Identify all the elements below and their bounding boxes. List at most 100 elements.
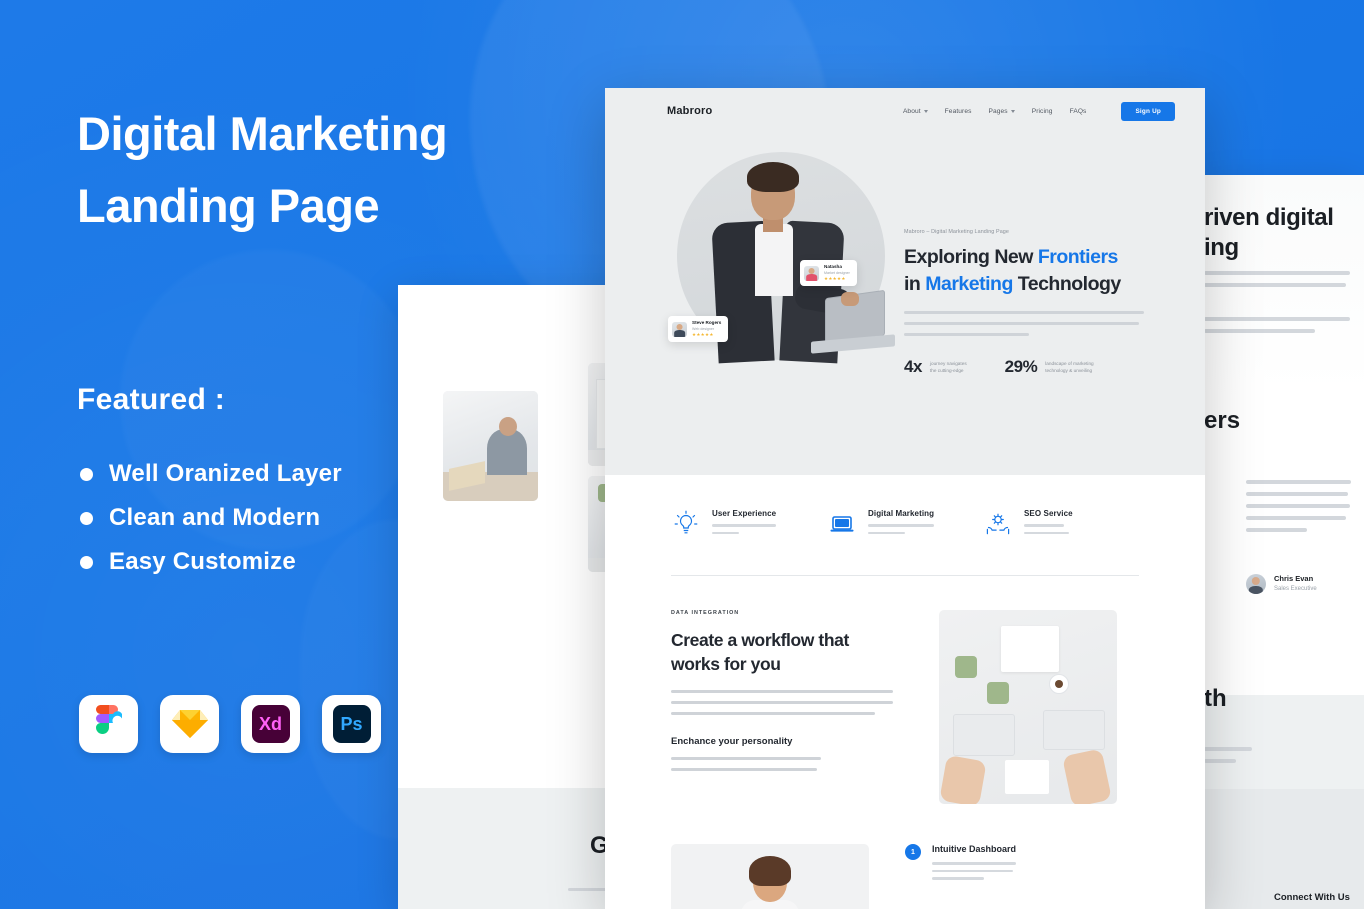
star-rating-icon: ★★★★★: [692, 332, 714, 337]
right-heading-line-2: ing: [1204, 234, 1239, 261]
feature-description: [712, 524, 777, 535]
main-page-mockup: Mabroro About Features Pages Pricing FAQ: [605, 88, 1205, 909]
hero-stats: 4x journey navigates the cutting-edge 29…: [904, 357, 1152, 377]
hero-section: Natasha Market designer ★★★★★ Steve Roge…: [605, 134, 1205, 475]
right-page-paragraph-1: [1204, 271, 1350, 295]
nav-label: Pages: [988, 107, 1008, 115]
workflow-paragraph: [671, 690, 893, 716]
step-title: Intuitive Dashboard: [932, 844, 1017, 855]
nav-links: About Features Pages Pricing FAQs Sign U…: [903, 101, 1175, 121]
nav-item-features[interactable]: Features: [945, 108, 972, 115]
feature-user-experience: User Experience: [671, 509, 827, 539]
brand-logo[interactable]: Mabroro: [667, 105, 712, 117]
hero-title: Exploring New Frontiers in Marketing Tech…: [904, 244, 1152, 298]
workflow-image: [939, 610, 1117, 805]
avatar: [804, 265, 819, 281]
stat-item: 29% landscape of marketing technology & …: [1005, 357, 1094, 377]
right-page-testimonial-quote: [1246, 480, 1351, 540]
feature-description: [1024, 524, 1073, 535]
right-heading-line-1: riven digital: [1204, 204, 1334, 231]
bullet-dot-icon: [80, 511, 93, 525]
features-strip: User Experience Digital Marketing SEO Se…: [605, 475, 1205, 540]
seo-gear-hands-icon: [983, 509, 1013, 539]
step-paragraph: [932, 862, 1017, 880]
feature-seo-service: SEO Service: [983, 509, 1139, 539]
dashboard-step-1: 1 Intuitive Dashboard: [905, 844, 1115, 909]
nav-item-pages[interactable]: Pages: [989, 108, 1015, 115]
workflow-kicker: DATA INTEGRATION: [671, 610, 740, 617]
promo-headline-block: Digital Marketing Landing Page: [77, 98, 597, 242]
right-page-mockup: riven digital ing ers Chris Evan Sales E…: [1204, 175, 1364, 909]
sign-up-button[interactable]: Sign Up: [1121, 101, 1175, 121]
featured-item-label: Easy Customize: [109, 548, 296, 575]
featured-list: Well Oranized Layer Clean and Modern Eas…: [80, 452, 342, 584]
workflow-copy: DATA INTEGRATION Create a workflow that …: [671, 610, 893, 804]
app-compatibility-icons: Xd Ps: [79, 695, 381, 753]
promo-headline-line-2: Landing Page: [77, 179, 380, 232]
hero-title-part-2: in: [904, 273, 926, 295]
right-page-heading-2: ers: [1204, 407, 1241, 434]
feature-title: User Experience: [712, 509, 777, 518]
hero-eyebrow: Mabroro – Digital Marketing Landing Page: [904, 229, 1009, 235]
hero-title-part-3: Technology: [1012, 273, 1121, 295]
connect-with-us-label[interactable]: Connect With Us: [1274, 892, 1350, 903]
stat-value: 4x: [904, 357, 922, 376]
bullet-dot-icon: [80, 555, 93, 569]
photo-man-at-laptop: [443, 391, 538, 501]
list-item: Clean and Modern: [80, 496, 342, 540]
right-page-footer: Connect With Us: [1204, 789, 1364, 909]
stat-caption-2: technology & unveiling: [1045, 368, 1093, 373]
lightbulb-icon: [671, 509, 701, 539]
feature-digital-marketing: Digital Marketing: [827, 509, 983, 539]
stat-value: 29%: [1004, 357, 1038, 376]
chevron-down-icon: [1010, 109, 1015, 113]
right-page-heading-3: th: [1204, 685, 1227, 712]
workflow-title-line-2: works for you: [671, 654, 781, 675]
nav-item-pricing[interactable]: Pricing: [1032, 108, 1053, 115]
nav-item-faqs[interactable]: FAQs: [1070, 108, 1087, 115]
floating-review-card-natasha: Natasha Market designer ★★★★★: [800, 260, 857, 286]
bullet-dot-icon: [80, 467, 93, 481]
photoshop-icon: Ps: [322, 695, 381, 753]
chevron-down-icon: [923, 109, 928, 113]
featured-item-label: Clean and Modern: [109, 504, 321, 531]
step-number-badge: 1: [905, 844, 921, 861]
workflow-sub-paragraph: [671, 757, 821, 772]
right-page-paragraph-3: [1204, 747, 1252, 771]
hero-title-accent-1: Frontiers: [1037, 246, 1119, 268]
author-name: Chris Evan: [1274, 574, 1314, 583]
figma-icon: [79, 695, 138, 753]
hero-title-part-1: Exploring New: [904, 246, 1038, 268]
dashboard-section: 1 Intuitive Dashboard: [605, 804, 1205, 909]
laptop-icon: [827, 509, 857, 539]
right-page-paragraph-2: [1204, 317, 1350, 341]
promo-headline-line-1: Digital Marketing: [77, 107, 448, 160]
stat-caption-1: journey navigates: [929, 361, 967, 366]
nav-label: Features: [944, 107, 972, 115]
site-navbar: Mabroro About Features Pages Pricing FAQ: [605, 88, 1205, 134]
list-item: Well Oranized Layer: [80, 452, 342, 496]
nav-label: FAQs: [1069, 107, 1087, 115]
featured-item-label: Well Oranized Layer: [109, 460, 342, 487]
floating-review-card-steve: Steve Rogers Web designer ★★★★★: [668, 316, 729, 342]
author-role: Sales Executive: [1274, 586, 1317, 592]
nav-label: About: [902, 107, 921, 115]
hero-copy-block: Mabroro – Digital Marketing Landing Page…: [904, 229, 1152, 377]
feature-title: Digital Marketing: [868, 509, 935, 518]
xd-icon: Xd: [241, 695, 300, 753]
featured-title: Featured :: [77, 383, 226, 416]
dashboard-image: [671, 844, 869, 909]
nav-item-about[interactable]: About: [903, 108, 928, 115]
workflow-title: Create a workflow that works for you: [671, 628, 893, 676]
star-rating-icon: ★★★★★: [824, 276, 846, 281]
nav-label: Pricing: [1031, 107, 1053, 115]
stat-item: 4x journey navigates the cutting-edge: [904, 357, 967, 377]
workflow-title-line-1: Create a workflow that: [671, 630, 849, 651]
sketch-icon: [160, 695, 219, 753]
feature-title: SEO Service: [1024, 509, 1073, 518]
stat-caption-1: landscape of marketing: [1045, 361, 1094, 366]
hero-title-accent-2: Marketing: [925, 273, 1013, 295]
avatar: [672, 321, 687, 337]
stat-caption-2: the cutting-edge: [929, 368, 964, 373]
list-item: Easy Customize: [80, 540, 342, 584]
